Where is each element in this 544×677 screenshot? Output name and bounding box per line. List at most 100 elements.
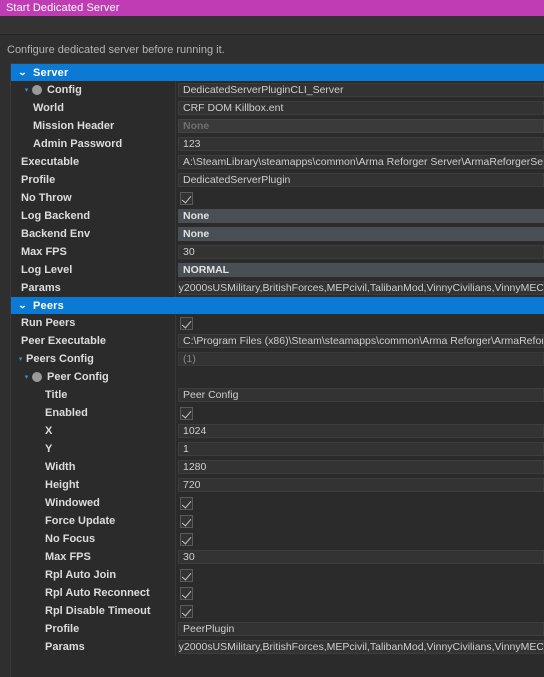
property-label-cell: ▾Peers Config [11, 350, 176, 368]
property-value-cell: CRF DOM Killbox.ent [176, 99, 544, 117]
property-row: Peer ExecutableC:\Program Files (x86)\St… [11, 332, 544, 350]
property-label-admin-password: Admin Password [33, 138, 122, 150]
field-peer-max-fps[interactable]: 30 [178, 550, 544, 564]
section-label: Peers [33, 300, 64, 312]
property-label-cell: Executable [11, 153, 176, 171]
checkbox-rpl-auto-reconnect[interactable] [180, 587, 193, 600]
property-label-world: World [33, 102, 64, 114]
field-max-fps[interactable]: 30 [178, 245, 544, 259]
property-row: ▾ Peer Config [11, 368, 544, 386]
property-row: No Focus [11, 530, 544, 548]
checkbox-force-update[interactable] [180, 515, 193, 528]
checkbox-no-focus[interactable] [180, 533, 193, 546]
field-profile[interactable]: DedicatedServerPlugin [178, 173, 544, 187]
section-header-server-section[interactable]: ⌄Server [11, 64, 544, 81]
property-label-cell: Log Level [11, 261, 176, 279]
property-label-cell: Windowed [11, 494, 176, 512]
property-label-cell: Run Peers [11, 314, 176, 332]
field-admin-password[interactable]: 123 [178, 137, 544, 151]
field-title[interactable]: Peer Config [178, 388, 544, 402]
field-width[interactable]: 1280 [178, 460, 544, 474]
property-row: Profile DedicatedServerPlugin [11, 171, 544, 189]
checkbox-enabled[interactable] [180, 407, 193, 420]
property-label-rpl-auto-reconnect: Rpl Auto Reconnect [45, 587, 150, 599]
field-height[interactable]: 720 [178, 478, 544, 492]
field-world[interactable]: CRF DOM Killbox.ent [178, 101, 544, 115]
checkbox-windowed[interactable] [180, 497, 193, 510]
field-params[interactable]: arly2000sUSMilitary,BritishForces,MEPciv… [178, 281, 544, 295]
property-label-no-throw: No Throw [21, 192, 72, 204]
field-value-peer-params: arly2000sUSMilitary,BritishForces,MEPciv… [178, 641, 544, 653]
property-value-cell: DedicatedServerPlugin [176, 171, 544, 189]
property-label-cell: Profile [11, 620, 176, 638]
property-value-cell [176, 512, 544, 530]
field-backend-env[interactable]: None [178, 227, 544, 241]
chevron-down-icon: ⌄ [14, 68, 30, 77]
section-label: Server [33, 67, 68, 79]
property-label-log-level: Log Level [21, 264, 72, 276]
property-label-peer-max-fps: Max FPS [45, 551, 91, 563]
property-label-width: Width [45, 461, 75, 473]
property-label-cell: Width [11, 458, 176, 476]
property-value-cell: arly2000sUSMilitary,BritishForces,MEPciv… [176, 638, 544, 656]
property-value-cell: 1280 [176, 458, 544, 476]
field-peer-profile[interactable]: PeerPlugin [178, 622, 544, 636]
property-label-enabled: Enabled [45, 407, 88, 419]
field-log-backend[interactable]: None [178, 209, 544, 223]
property-label-executable: Executable [21, 156, 79, 168]
property-label-profile: Profile [21, 174, 55, 186]
property-label-cell: No Focus [11, 530, 176, 548]
description-text: Configure dedicated server before runnin… [7, 44, 225, 56]
property-row: Force Update [11, 512, 544, 530]
field-config[interactable]: DedicatedServerPluginCLI_Server [178, 83, 544, 97]
field-executable[interactable]: A:\SteamLibrary\steamapps\common\Arma Re… [178, 155, 544, 169]
field-mission-header[interactable]: None [178, 119, 544, 133]
toolbar-strip [0, 16, 544, 35]
field-x[interactable]: 1024 [178, 424, 544, 438]
field-peer-executable[interactable]: C:\Program Files (x86)\Steam\steamapps\c… [178, 334, 544, 348]
property-row: Backend EnvNone [11, 225, 544, 243]
property-row: ▾ConfigDedicatedServerPluginCLI_Server [11, 81, 544, 99]
property-value-cell: None [176, 207, 544, 225]
triangle-down-icon[interactable]: ▾ [21, 374, 32, 381]
property-row: Rpl Auto Join [11, 566, 544, 584]
property-label-peer-config: Peer Config [47, 371, 109, 383]
property-label-cell: Peer Executable [11, 332, 176, 350]
property-label-cell: ▾ Peer Config [11, 368, 176, 386]
property-value-cell: DedicatedServerPluginCLI_Server [176, 81, 544, 99]
section-header-peers-section[interactable]: ⌄Peers [11, 297, 544, 314]
triangle-down-icon[interactable]: ▾ [15, 356, 26, 363]
property-label-cell: World [11, 99, 176, 117]
field-log-level[interactable]: NORMAL [178, 263, 544, 277]
checkbox-run-peers[interactable] [180, 317, 193, 330]
property-label-mission-header: Mission Header [33, 120, 114, 132]
property-value-cell: Peer Config [176, 386, 544, 404]
property-label-cell: Rpl Auto Join [11, 566, 176, 584]
property-row: ▾Peers Config(1) [11, 350, 544, 368]
property-value-cell: None [176, 117, 544, 135]
property-label-title: Title [45, 389, 67, 401]
dedicated-server-window: Start Dedicated Server Configure dedicat… [0, 0, 544, 677]
property-row: Width 1280 [11, 458, 544, 476]
checkbox-rpl-disable-timeout[interactable] [180, 605, 193, 618]
property-value-cell: 1024 [176, 422, 544, 440]
property-value-cell: 123 [176, 135, 544, 153]
property-label-height: Height [45, 479, 79, 491]
chevron-down-icon: ⌄ [14, 301, 30, 310]
triangle-down-icon[interactable]: ▾ [21, 87, 32, 94]
property-label-cell: Profile [11, 171, 176, 189]
checkbox-no-throw[interactable] [180, 192, 193, 205]
property-label-peers-config: Peers Config [26, 353, 94, 365]
property-label-cell: Enabled [11, 404, 176, 422]
property-label-cell: Height [11, 476, 176, 494]
field-y[interactable]: 1 [178, 442, 544, 456]
property-label-cell: X [11, 422, 176, 440]
property-row: Mission Header None [11, 117, 544, 135]
checkbox-rpl-auto-join[interactable] [180, 569, 193, 582]
empty-value [178, 368, 544, 386]
property-label-cell: Max FPS [11, 548, 176, 566]
field-peer-params[interactable]: arly2000sUSMilitary,BritishForces,MEPciv… [178, 640, 544, 654]
property-label-no-focus: No Focus [45, 533, 95, 545]
property-row: Executable A:\SteamLibrary\steamapps\comm… [11, 153, 544, 171]
property-label-peer-profile: Profile [45, 623, 79, 635]
